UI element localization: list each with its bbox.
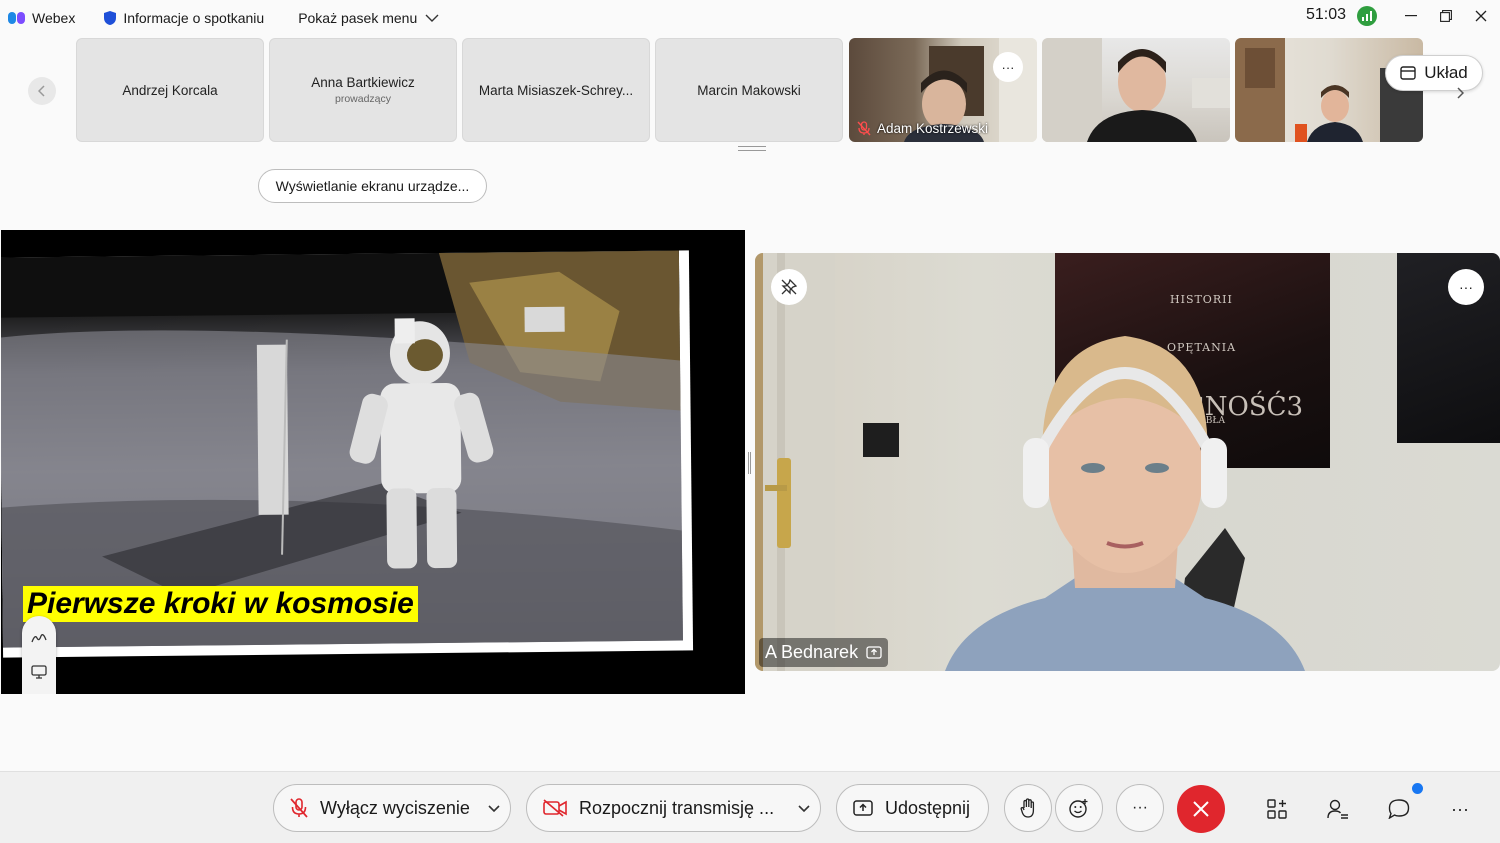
more-options-button[interactable]: ··· [1448, 269, 1484, 305]
speaker-name-label: A Bednarek [759, 638, 889, 667]
app-brand: Webex [8, 10, 75, 26]
door-frame [755, 253, 835, 671]
restore-icon[interactable] [1431, 4, 1461, 28]
participant-name: Marta Misiaszek-Schrey... [478, 82, 634, 98]
chat-icon[interactable] [1386, 796, 1412, 822]
meeting-info-label: Informacje o spotkaniu [123, 10, 265, 26]
chat-notification-dot [1412, 783, 1423, 794]
close-window-icon[interactable] [1466, 4, 1496, 28]
participant-tile[interactable]: Andrzej Korcala [76, 38, 264, 142]
meeting-info-button[interactable]: Informacje o spotkaniu [103, 10, 264, 26]
device-screen-view-button[interactable]: Wyświetlanie ekranu urządze... [258, 169, 487, 203]
poster-text: HISTORII [1170, 293, 1233, 306]
chevron-left-icon [38, 85, 45, 97]
webex-logo-icon [8, 12, 26, 24]
meeting-controls-bar: Wyłącz wyciszenie Rozpocznij transmisję … [0, 771, 1500, 843]
participants-icon[interactable] [1325, 796, 1351, 822]
end-call-button[interactable] [1177, 785, 1225, 833]
video-off-icon [543, 799, 567, 817]
screen-share-icon[interactable] [31, 664, 47, 682]
participant-name-label: Adam Kostrzewski [857, 121, 988, 136]
start-video-button[interactable]: Rozpocznij transmisję ... [526, 784, 821, 832]
start-video-label: Rozpocznij transmisję ... [579, 797, 775, 818]
participant-name: Marcin Makowski [697, 82, 801, 98]
sharing-icon [866, 646, 882, 659]
speaker-name: A Bednarek [765, 642, 859, 662]
shared-slide: Pierwsze kroki w kosmosie [1, 230, 745, 694]
participant-name: Anna Bartkiewicz [311, 75, 415, 90]
participant-name: Andrzej Korcala [122, 82, 218, 98]
annotation-toolbar [22, 616, 56, 694]
show-menu-label: Pokaż pasek menu [298, 10, 418, 26]
annotate-icon[interactable] [31, 631, 47, 647]
show-menu-bar-button[interactable]: Pokaż pasek menu [298, 10, 439, 26]
chevron-down-icon[interactable] [798, 800, 810, 816]
unpin-icon [781, 279, 797, 295]
meeting-timer: 51:03 [1306, 6, 1347, 23]
hand-icon [1020, 798, 1035, 818]
participant-video-tile[interactable]: ··· Adam Kostrzewski [849, 38, 1037, 142]
participant-role: prowadzący [334, 93, 392, 105]
microphone-muted-icon [290, 798, 308, 818]
participant-video-tile[interactable] [1042, 38, 1230, 142]
participant-tile[interactable]: Marta Misiaszek-Schrey... [462, 38, 650, 142]
more-actions-button[interactable]: ··· [1116, 784, 1164, 832]
title-bar: Webex Informacje o spotkaniu Pokaż pasek… [0, 0, 1500, 36]
app-name: Webex [32, 10, 76, 26]
minimize-icon[interactable] [1396, 4, 1426, 28]
strip-resize-handle[interactable] [738, 146, 766, 151]
active-speaker-video[interactable]: HISTORII OPĘTANIA EGNOŚĆ3 ZKY DIABŁA ···… [755, 253, 1500, 671]
share-label: Udostępnij [885, 797, 971, 818]
chevron-down-icon [425, 14, 439, 22]
layout-icon [1400, 66, 1416, 80]
speaker-person [945, 336, 1305, 671]
emoji-icon [1069, 799, 1088, 818]
microphone-muted-icon [857, 121, 871, 136]
participant-video [1042, 38, 1230, 142]
chevron-right-icon [1457, 87, 1464, 99]
unpin-button[interactable] [771, 269, 807, 305]
close-icon [1193, 801, 1209, 817]
slide-caption: Pierwsze kroki w kosmosie [23, 586, 418, 622]
share-button[interactable]: Udostępnij [836, 784, 989, 832]
apps-icon[interactable] [1264, 796, 1290, 822]
raise-hand-button[interactable] [1004, 784, 1052, 832]
chevron-down-icon[interactable] [488, 800, 500, 816]
participant-tile[interactable]: Marcin Makowski [655, 38, 843, 142]
participant-video [1235, 38, 1423, 142]
participant-name: Adam Kostrzewski [877, 121, 989, 136]
more-options-button[interactable]: ··· [993, 52, 1023, 82]
share-screen-icon [853, 800, 873, 816]
shield-icon [104, 11, 117, 25]
connection-signal-icon[interactable] [1357, 6, 1377, 26]
participant-tile[interactable]: Anna Bartkiewicz prowadzący [269, 38, 457, 142]
unmute-button[interactable]: Wyłącz wyciszenie [273, 784, 511, 832]
pane-splitter[interactable] [748, 452, 751, 474]
strip-next-button[interactable] [1446, 79, 1474, 107]
reactions-button[interactable] [1055, 784, 1103, 832]
unmute-label: Wyłącz wyciszenie [320, 797, 470, 818]
more-options-icon[interactable]: ··· [1447, 796, 1473, 822]
strip-prev-button[interactable] [28, 77, 56, 105]
light-switch [863, 423, 899, 457]
participant-video-tile[interactable] [1235, 38, 1423, 142]
